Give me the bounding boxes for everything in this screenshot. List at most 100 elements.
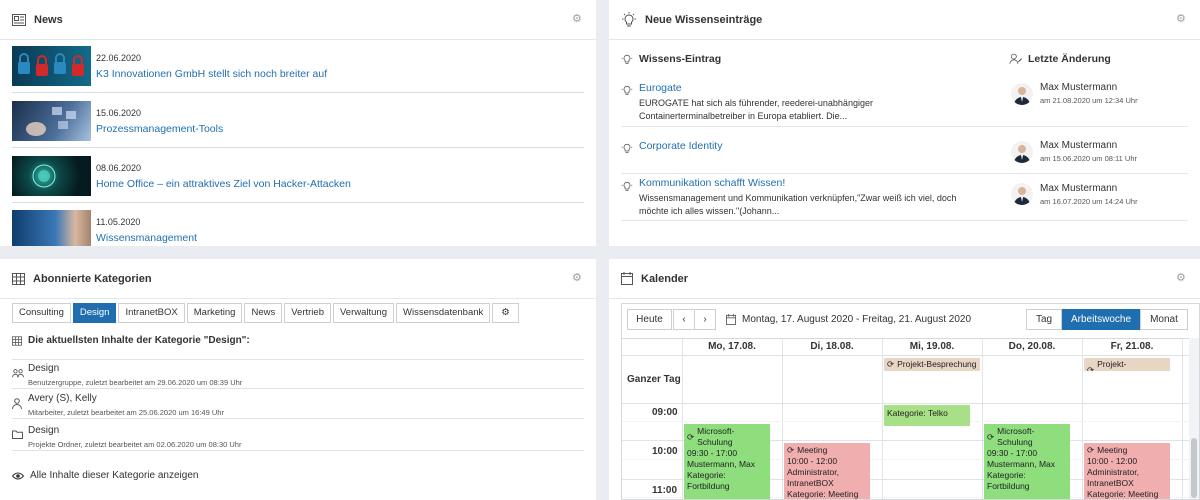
news-item[interactable]: 11.05.2020 Wissensmanagement (12, 210, 584, 246)
event-person: Administrator, IntranetBOX (787, 467, 839, 488)
news-item[interactable]: 15.06.2020 Prozessmanagement-Tools (12, 101, 584, 148)
news-title: News (34, 13, 63, 26)
date-range[interactable]: Montag, 17. August 2020 - Freitag, 21. A… (726, 309, 971, 330)
column-changed-label: Letzte Änderung (1028, 53, 1111, 65)
lightbulb-icon (621, 180, 633, 192)
calendar-event[interactable]: ⟳ Meeting 10:00 - 12:00 Administrator, In… (784, 443, 870, 499)
knowledge-link[interactable]: Eurogate (639, 82, 682, 94)
event-category: Kategorie: Fortbildung (987, 470, 1030, 491)
category-heading: Die aktuellsten Inhalte der Kategorie "D… (12, 335, 250, 346)
view-month-button[interactable]: Monat (1140, 309, 1188, 330)
event-person: Administrator, IntranetBOX (1087, 467, 1139, 488)
time-label: 09:00 (652, 407, 678, 418)
item-name[interactable]: Design (28, 363, 59, 374)
grid-icon (12, 335, 22, 346)
view-workweek-button[interactable]: Arbeitswoche (1062, 309, 1140, 330)
time-label: 11:00 (652, 485, 678, 496)
news-image[interactable] (12, 101, 91, 141)
category-tabs: Consulting Design IntranetBOX Marketing … (12, 303, 519, 323)
event-category: Kategorie: Meeting (787, 489, 859, 499)
news-link[interactable]: Prozessmanagement-Tools (96, 123, 223, 135)
settings-gear-icon[interactable]: ⚙ (492, 303, 519, 323)
tab-news[interactable]: News (244, 303, 283, 323)
tab-wissensdatenbank[interactable]: Wissensdatenbank (396, 303, 491, 323)
knowledge-link[interactable]: Corporate Identity (639, 140, 722, 152)
calendar-event[interactable]: ⟳ Microsoft-Schulung 09:30 - 17:00 Muster… (984, 424, 1070, 499)
knowledge-header: Neue Wissenseinträge ⚙ (609, 0, 1200, 40)
tab-design[interactable]: Design (72, 303, 117, 323)
news-image[interactable] (12, 46, 91, 86)
gear-icon[interactable]: ⚙ (572, 273, 582, 284)
day-header: Mo, 17.08. (708, 341, 756, 352)
news-header: News ⚙ (0, 0, 596, 40)
calendar-event[interactable]: ⟳Projekt-Besprechung (884, 358, 980, 371)
tab-consulting[interactable]: Consulting (12, 303, 71, 323)
lightbulb-icon (621, 54, 633, 64)
news-image[interactable] (12, 156, 91, 196)
today-button[interactable]: Heute (627, 309, 672, 330)
event-person: Mustermann, Max (987, 459, 1056, 469)
list-item[interactable]: Design Projekte Ordner, zuletzt bearbeit… (12, 422, 584, 451)
calendar-event[interactable]: ⟳ Microsoft-Schulung 09:30 - 17:00 Muster… (684, 424, 770, 499)
knowledge-panel: Neue Wissenseinträge ⚙ Wissens-Eintrag L… (609, 0, 1200, 246)
allday-label: Ganzer Tag (627, 374, 681, 385)
news-link[interactable]: Home Office – ein attraktives Ziel von H… (96, 178, 351, 190)
event-category: Kategorie: Fortbildung (687, 470, 730, 491)
gear-icon[interactable]: ⚙ (572, 14, 582, 25)
knowledge-desc: EUROGATE hat sich als führender, reedere… (639, 98, 873, 121)
gear-icon[interactable]: ⚙ (1176, 273, 1186, 284)
user-name: Max Mustermann (1040, 183, 1118, 194)
prev-button[interactable]: ‹ (673, 309, 695, 330)
lightbulb-icon (621, 142, 633, 154)
news-image[interactable] (12, 210, 91, 246)
news-link[interactable]: K3 Innovationen GmbH stellt sich noch br… (96, 68, 327, 80)
tab-marketing[interactable]: Marketing (186, 303, 243, 323)
column-entry: Wissens-Eintrag (621, 53, 721, 65)
event-title: Projekt-Besprechung (897, 359, 977, 369)
calendar-header: Kalender ⚙ (609, 259, 1200, 299)
list-item[interactable]: Avery (S), Kelly Mitarbeiter, zuletzt be… (12, 390, 584, 419)
tab-vertrieb[interactable]: Vertrieb (284, 303, 331, 323)
news-date: 15.06.2020 (96, 108, 142, 118)
recurring-icon: ⟳ (887, 359, 895, 369)
calendar-widget: Heute ‹ › Montag, 17. August 2020 - Frei… (621, 303, 1200, 500)
calendar-scrollbar[interactable] (1189, 338, 1199, 499)
gear-icon[interactable]: ⚙ (1176, 14, 1186, 25)
knowledge-row: Kommunikation schafft Wissen! Wissensman… (621, 175, 1188, 221)
category-heading-label: Die aktuellsten Inhalte der Kategorie "D… (28, 335, 250, 346)
show-all-label[interactable]: Alle Inhalte dieser Kategorie anzeigen (30, 470, 198, 481)
list-item[interactable]: Design Benutzergruppe, zuletzt bearbeite… (12, 359, 584, 389)
time-label: 10:00 (652, 446, 678, 457)
next-button[interactable]: › (694, 309, 716, 330)
news-item[interactable]: 22.06.2020 K3 Innovationen GmbH stellt s… (12, 46, 584, 93)
user-icon (12, 398, 22, 409)
news-item[interactable]: 08.06.2020 Home Office – ein attraktives… (12, 156, 584, 203)
news-link[interactable]: Wissensmanagement (96, 232, 197, 244)
change-date: am 21.08.2020 um 12:34 Uhr (1040, 96, 1138, 105)
event-time: 09:30 - 17:00 (687, 448, 738, 458)
recurring-icon: ⟳ (787, 445, 795, 455)
show-all-link[interactable]: Alle Inhalte dieser Kategorie anzeigen (12, 470, 198, 481)
column-changed: Letzte Änderung (1009, 53, 1111, 65)
grid-icon (12, 272, 25, 285)
knowledge-link[interactable]: Kommunikation schafft Wissen! (639, 177, 785, 189)
item-name[interactable]: Design (28, 425, 59, 436)
tab-intranetbox[interactable]: IntranetBOX (118, 303, 185, 323)
calendar-title: Kalender (641, 272, 689, 285)
calendar-event[interactable]: Kategorie: Telko (884, 405, 970, 426)
item-name[interactable]: Avery (S), Kelly (28, 393, 97, 404)
change-date: am 16.07.2020 um 14:24 Uhr (1040, 197, 1138, 206)
day-header: Di, 18.08. (810, 341, 854, 352)
event-time: 10:00 - 12:00 (1087, 456, 1138, 466)
recurring-icon: ⟳ (1087, 445, 1095, 455)
calendar-event[interactable]: ⟳ Meeting 10:00 - 12:00 Administrator, In… (1084, 443, 1170, 499)
calendar-event[interactable]: ⟳Projekt-Besprechung (1084, 358, 1170, 371)
lightbulb-icon (621, 11, 637, 28)
view-day-button[interactable]: Tag (1026, 309, 1062, 330)
news-date: 08.06.2020 (96, 163, 142, 173)
tab-verwaltung[interactable]: Verwaltung (332, 303, 394, 323)
knowledge-row: Eurogate EUROGATE hat sich als führender… (621, 80, 1188, 127)
avatar (1011, 83, 1033, 105)
calendar-icon (621, 272, 633, 285)
subscribed-title: Abonnierte Kategorien (33, 272, 152, 285)
